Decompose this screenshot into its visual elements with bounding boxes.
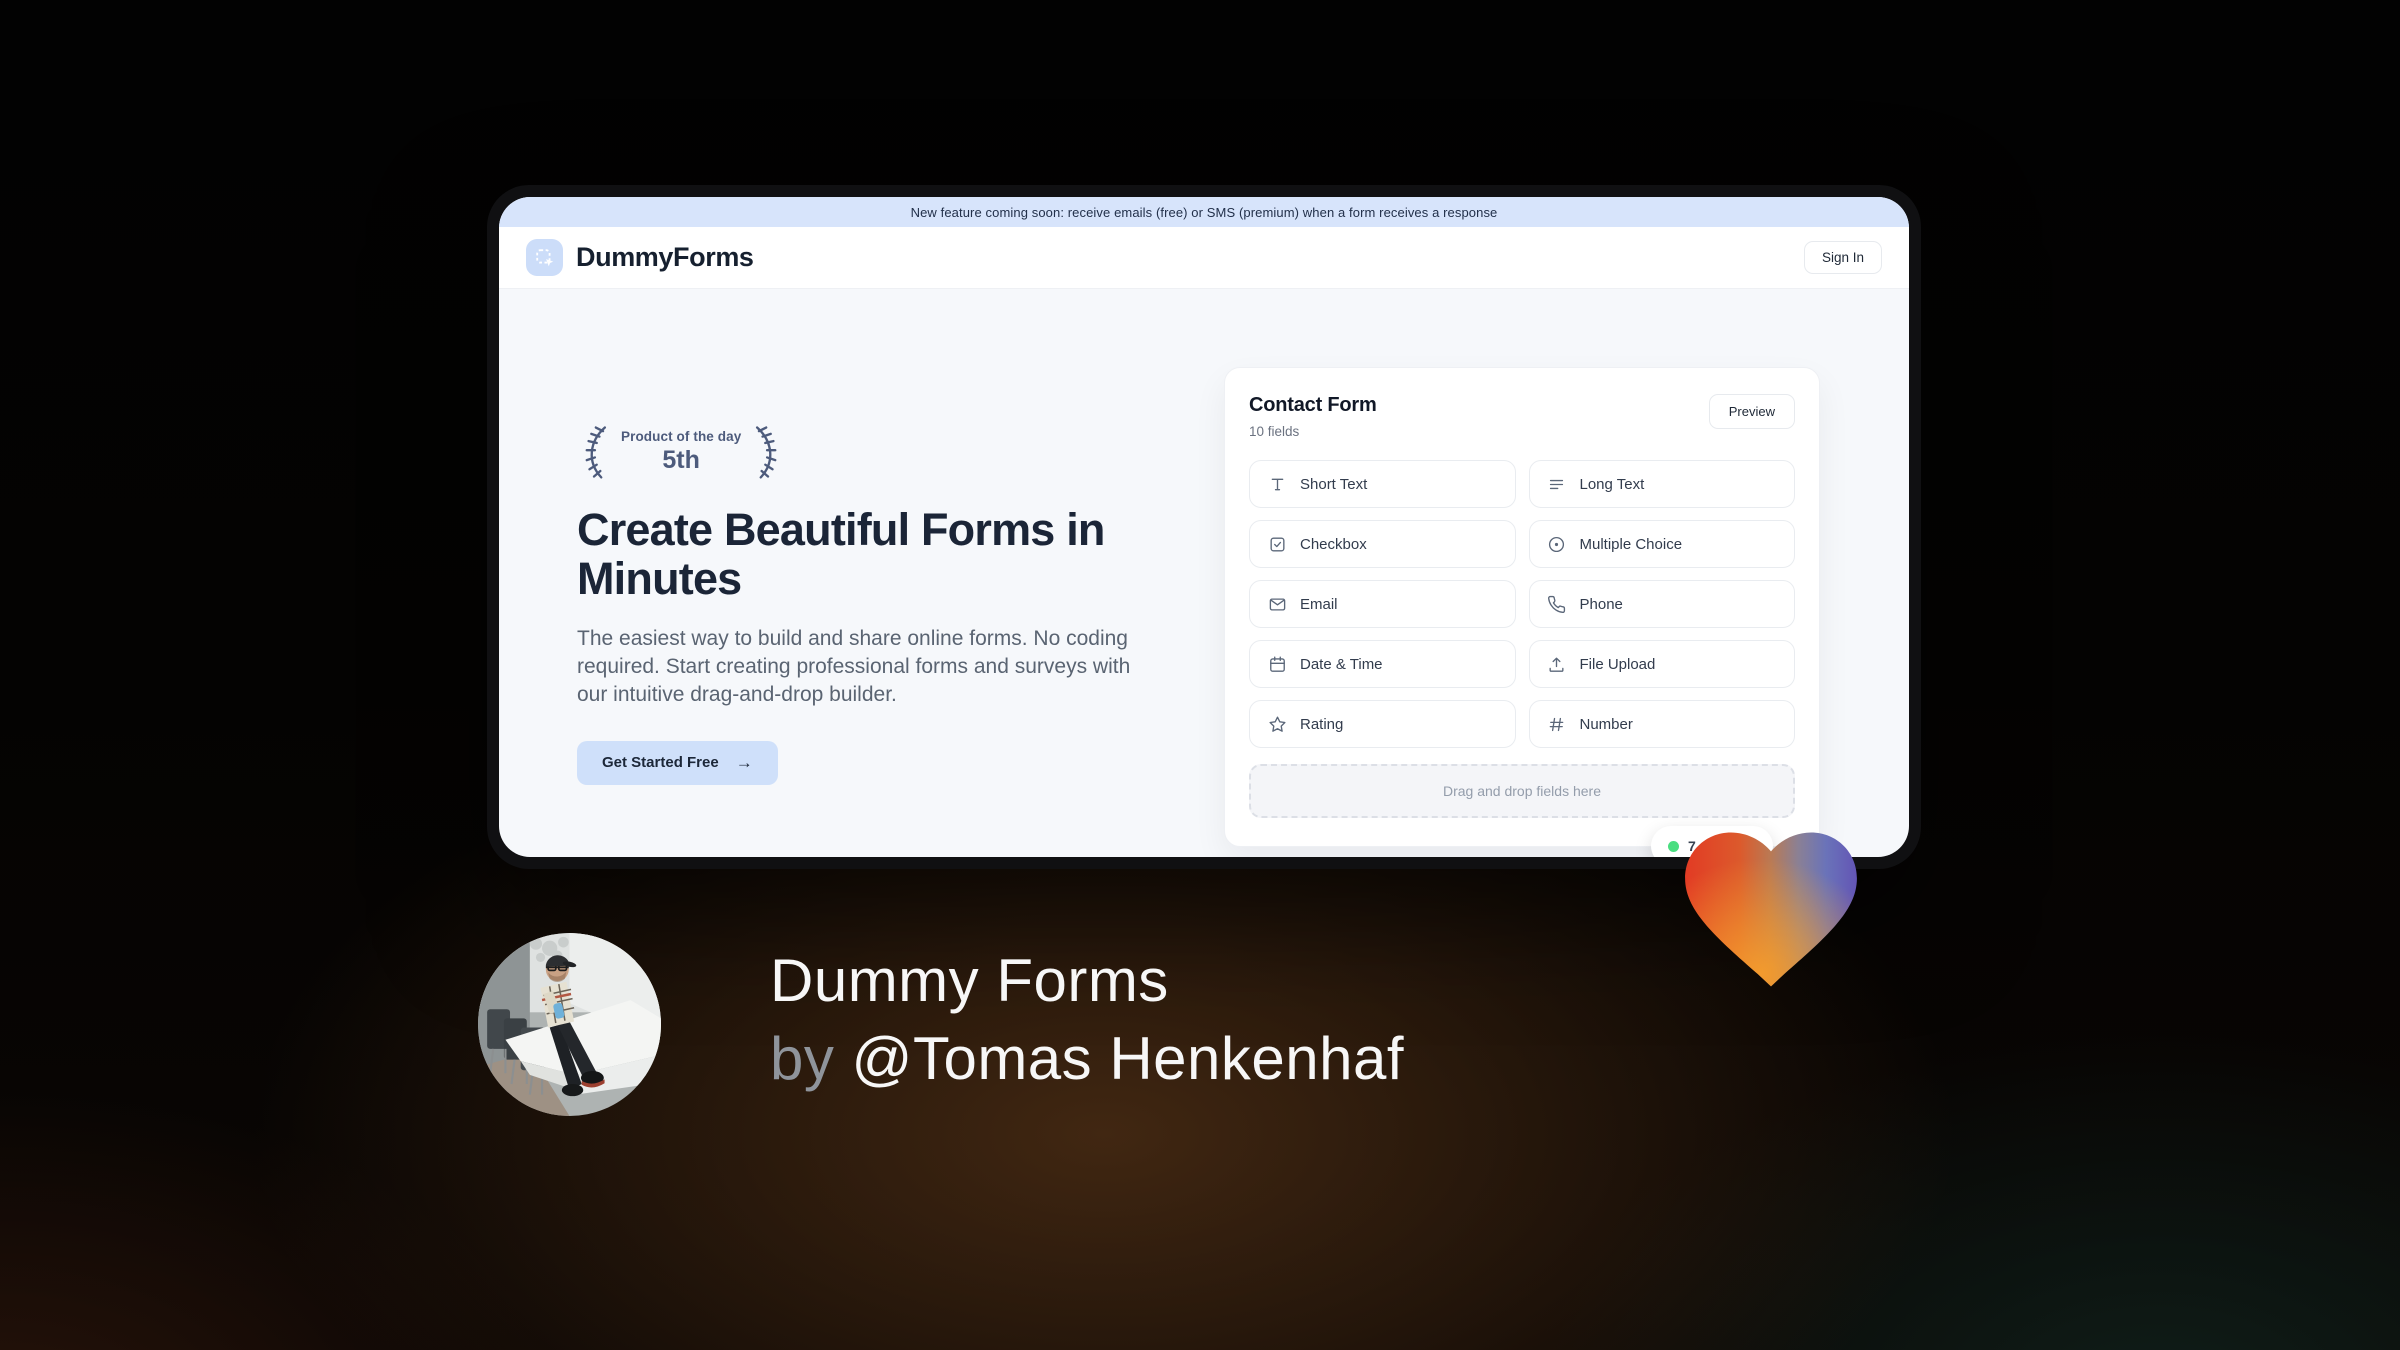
upload-icon — [1547, 654, 1567, 674]
field-item[interactable]: Rating — [1249, 700, 1516, 748]
sign-in-button[interactable]: Sign In — [1803, 241, 1882, 274]
short-text-icon — [1267, 474, 1287, 494]
field-item[interactable]: Short Text — [1249, 460, 1516, 508]
award-text: Product of the day 5th — [615, 429, 747, 475]
field-label: Short Text — [1300, 475, 1368, 493]
form-builder-card: Contact Form 10 fields Preview Short Tex… — [1224, 367, 1820, 857]
footer-title: Dummy Forms — [770, 947, 1169, 1014]
laurel-right-icon — [751, 423, 785, 481]
app-viewport: New feature coming soon: receive emails … — [499, 197, 1909, 857]
backdrop: New feature coming soon: receive emails … — [0, 0, 2400, 1350]
long-text-icon — [1547, 474, 1567, 494]
gradient-heart-icon — [1672, 808, 1870, 988]
footer-caption: Dummy Forms by @Tomas Henkenhaf — [770, 942, 1404, 1098]
field-label: Email — [1300, 595, 1338, 613]
field-item[interactable]: Checkbox — [1249, 520, 1516, 568]
form-card-heading: Contact Form 10 fields — [1249, 394, 1377, 439]
laurel-left-icon — [577, 423, 611, 481]
get-started-button[interactable]: Get Started Free → — [577, 740, 778, 785]
byline-handle: @Tomas Henkenhaf — [851, 1025, 1405, 1092]
form-field-count: 10 fields — [1249, 424, 1300, 439]
field-item[interactable]: Number — [1528, 700, 1795, 748]
star-icon — [1267, 714, 1287, 734]
get-started-label: Get Started Free — [602, 754, 719, 772]
field-label: Number — [1579, 715, 1633, 733]
announcement-text: New feature coming soon: receive emails … — [910, 204, 1498, 220]
form-card-header: Contact Form 10 fields Preview — [1249, 394, 1795, 439]
field-label: Date & Time — [1300, 655, 1383, 673]
field-item[interactable]: File Upload — [1528, 640, 1795, 688]
field-label: File Upload — [1579, 655, 1656, 673]
brand: DummyForms — [526, 239, 754, 276]
hero-section: Product of the day 5th Create Beautiful … — [499, 289, 1909, 857]
phone-icon — [1547, 594, 1567, 614]
checkbox-icon — [1267, 534, 1287, 554]
hero-title: Create Beautiful Forms in Minutes — [577, 504, 1105, 605]
brand-logo — [526, 239, 563, 276]
field-label: Long Text — [1579, 475, 1645, 493]
preview-button[interactable]: Preview — [1708, 394, 1795, 429]
navbar: DummyForms Sign In — [499, 227, 1909, 289]
brand-name: DummyForms — [576, 242, 754, 272]
announcement-banner: New feature coming soon: receive emails … — [499, 197, 1909, 227]
browser-window: New feature coming soon: receive emails … — [487, 185, 1921, 869]
field-type-grid: Short Text Long Text Checkbox Multiple C… — [1249, 460, 1795, 748]
radio-icon — [1547, 534, 1567, 554]
hero-left-column: Product of the day 5th Create Beautiful … — [577, 423, 1177, 785]
arrow-right-icon: → — [735, 752, 753, 772]
field-label: Checkbox — [1300, 535, 1367, 553]
award-title: Product of the day — [621, 429, 742, 444]
dashed-selection-cursor-icon — [534, 247, 556, 269]
footer-byline: by @Tomas Henkenhaf — [770, 1020, 1404, 1098]
byline-prefix: by — [770, 1025, 852, 1092]
hash-icon — [1547, 714, 1567, 734]
field-item[interactable]: Phone — [1528, 580, 1795, 628]
envelope-icon — [1267, 594, 1287, 614]
calendar-icon — [1267, 654, 1287, 674]
product-of-the-day-badge: Product of the day 5th — [577, 423, 785, 481]
field-label: Phone — [1579, 595, 1623, 613]
field-label: Rating — [1300, 715, 1344, 733]
hero-description: The easiest way to build and share onlin… — [577, 627, 1131, 706]
field-item[interactable]: Date & Time — [1249, 640, 1516, 688]
field-item[interactable]: Multiple Choice — [1528, 520, 1795, 568]
field-item[interactable]: Long Text — [1528, 460, 1795, 508]
form-title: Contact Form — [1249, 394, 1377, 416]
field-label: Multiple Choice — [1579, 535, 1683, 553]
field-item[interactable]: Email — [1249, 580, 1516, 628]
drag-drop-label: Drag and drop fields here — [1443, 783, 1601, 799]
award-rank: 5th — [662, 446, 700, 474]
author-photo — [478, 933, 661, 1116]
